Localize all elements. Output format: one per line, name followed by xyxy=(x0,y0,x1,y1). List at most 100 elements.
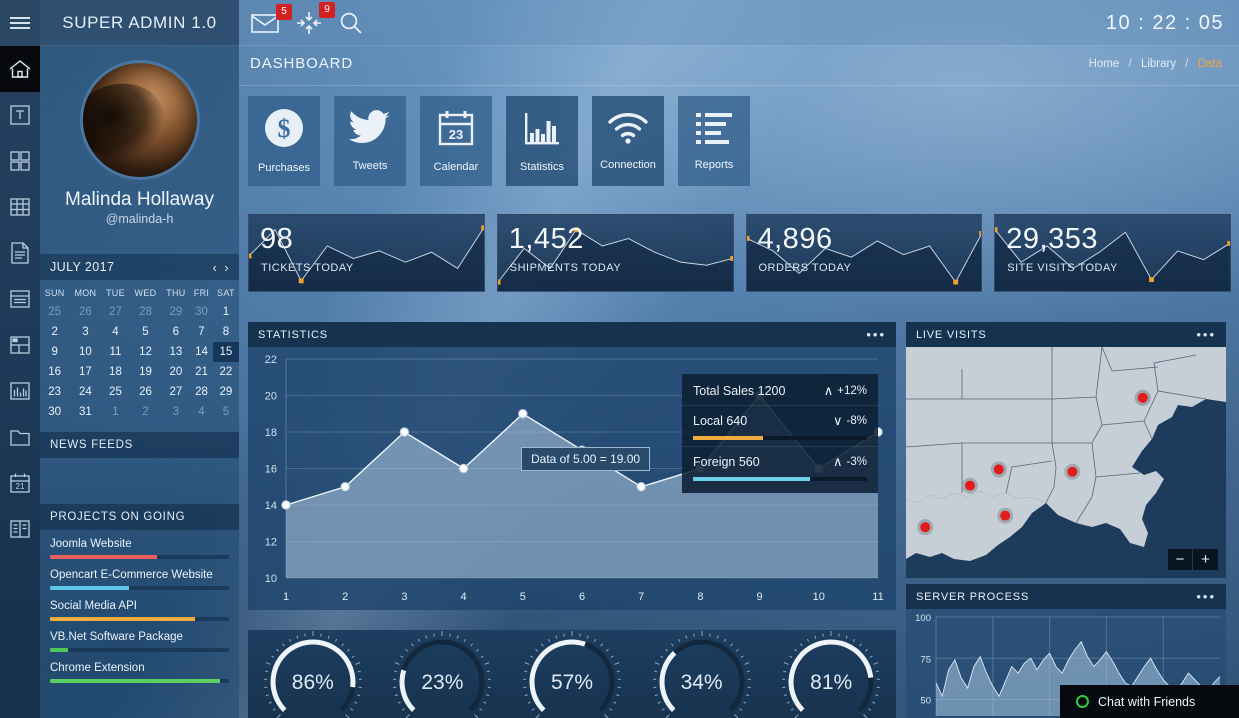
project-item[interactable]: Joomla Website xyxy=(50,538,229,559)
calendar-day[interactable]: 3 xyxy=(162,402,191,422)
kpi-card[interactable]: 29,353 SITE VISITS TODAY xyxy=(994,214,1231,292)
svg-text:50: 50 xyxy=(920,696,931,707)
rail-item-widgets[interactable] xyxy=(0,138,40,184)
calendar-day[interactable]: 6 xyxy=(162,322,191,342)
calendar-day[interactable]: 11 xyxy=(102,342,130,362)
typography-icon xyxy=(9,104,31,126)
tile-reports[interactable]: Reports xyxy=(678,96,750,186)
calendar-day[interactable]: 4 xyxy=(102,322,130,342)
calendar-day[interactable]: 9 xyxy=(40,342,69,362)
live-visits-map[interactable] xyxy=(906,347,1226,578)
avatar[interactable] xyxy=(79,60,200,180)
rail-item-forms[interactable] xyxy=(0,230,40,276)
calendar-day[interactable]: 5 xyxy=(213,402,239,422)
calendar-grid[interactable]: SUN MON TUE WED THU FRI SAT 25 26 27 28 29 30 1 2 3 4 5 6… xyxy=(40,282,239,422)
server-process-panel-menu[interactable]: ••• xyxy=(1196,590,1216,603)
calendar-day[interactable]: 20 xyxy=(162,362,191,382)
calendar-day[interactable]: 16 xyxy=(40,362,69,382)
kpi-card[interactable]: 98 TICKETS TODAY xyxy=(248,214,485,292)
chat-with-friends-bar[interactable]: Chat with Friends xyxy=(1060,685,1239,718)
calendar-day[interactable]: 25 xyxy=(40,302,69,322)
calendar-day[interactable]: 25 xyxy=(102,382,130,402)
rail-item-docs[interactable] xyxy=(0,506,40,552)
calendar-day[interactable]: 18 xyxy=(102,362,130,382)
statistics-panel-menu[interactable]: ••• xyxy=(866,328,886,341)
calendar-day[interactable]: 30 xyxy=(190,302,213,322)
rail-item-folder[interactable] xyxy=(0,414,40,460)
calendar-day[interactable]: 28 xyxy=(190,382,213,402)
kpi-card[interactable]: 4,896 ORDERS TODAY xyxy=(745,214,983,292)
search-button[interactable] xyxy=(339,11,363,35)
calendar-day[interactable]: 13 xyxy=(162,342,191,362)
panels-icon xyxy=(9,289,31,309)
calendar-day[interactable]: 8 xyxy=(213,322,239,342)
calendar-day[interactable]: 24 xyxy=(69,382,101,402)
tile-statistics[interactable]: Statistics xyxy=(506,96,578,186)
profile-name: Malinda Hollaway xyxy=(65,189,214,210)
collapse-button[interactable]: 9 xyxy=(296,2,335,35)
calendar-day[interactable]: 1 xyxy=(213,302,239,322)
project-item[interactable]: Chrome Extension xyxy=(50,662,229,683)
calendar-day[interactable]: 5 xyxy=(129,322,161,342)
bar-chart-icon xyxy=(523,109,561,152)
breadcrumb-home[interactable]: Home xyxy=(1089,58,1120,70)
calendar-day[interactable]: 4 xyxy=(190,402,213,422)
kpi-label: SITE VISITS TODAY xyxy=(1007,262,1118,274)
calendar-day[interactable]: 14 xyxy=(190,342,213,362)
map-zoom-in-button[interactable]: + xyxy=(1193,549,1218,570)
calendar-week: 9 10 11 12 13 14 15 xyxy=(40,342,239,362)
calendar-day[interactable]: 17 xyxy=(69,362,101,382)
calendar-day[interactable]: 26 xyxy=(69,302,101,322)
rail-item-charts[interactable] xyxy=(0,368,40,414)
calendar-day[interactable]: 12 xyxy=(129,342,161,362)
calendar-prev-button[interactable]: ‹ xyxy=(213,260,218,275)
calendar-day[interactable]: 19 xyxy=(129,362,161,382)
tile-tweets[interactable]: Tweets xyxy=(334,96,406,186)
calendar-day[interactable]: 2 xyxy=(40,322,69,342)
overlay-label: Total Sales 1200 xyxy=(693,384,786,398)
breadcrumb-library[interactable]: Library xyxy=(1141,58,1176,70)
svg-text:21: 21 xyxy=(16,482,25,491)
statistics-chart[interactable]: 10 12 14 16 18 20 22 1 2 3 4 5 6 7 8 9 10 11 Data of 5.00… xyxy=(248,347,896,610)
project-item[interactable]: Social Media API xyxy=(50,600,229,621)
rail-item-layouts[interactable] xyxy=(0,322,40,368)
kpi-card[interactable]: 1,452 SHIPMENTS TODAY xyxy=(496,214,734,292)
calendar-day[interactable]: 2 xyxy=(129,402,161,422)
calendar-day[interactable]: 15 xyxy=(212,342,239,362)
calendar-weekday: SUN xyxy=(44,288,65,298)
calendar-day[interactable]: 29 xyxy=(213,382,239,402)
calendar-day[interactable]: 7 xyxy=(190,322,213,342)
mail-button[interactable]: 5 xyxy=(251,4,292,33)
calendar-day[interactable]: 10 xyxy=(69,342,101,362)
calendar-day[interactable]: 26 xyxy=(129,382,161,402)
calendar-next-button[interactable]: › xyxy=(224,260,229,275)
rail-item-calendar[interactable]: 21 xyxy=(0,460,40,506)
calendar-day[interactable]: 21 xyxy=(190,362,213,382)
live-visits-panel-menu[interactable]: ••• xyxy=(1196,328,1216,341)
calendar-day[interactable]: 1 xyxy=(102,402,130,422)
menu-toggle-button[interactable] xyxy=(0,0,40,46)
rail-item-tables[interactable] xyxy=(0,184,40,230)
rail-item-home[interactable] xyxy=(0,46,40,92)
rail-item-typography[interactable] xyxy=(0,92,40,138)
tile-label: Statistics xyxy=(519,161,564,173)
overlay-label: Local 640 xyxy=(693,414,748,428)
map-zoom-out-button[interactable]: − xyxy=(1168,549,1193,570)
project-item[interactable]: VB.Net Software Package xyxy=(50,631,229,652)
tile-connection[interactable]: Connection xyxy=(592,96,664,186)
calendar-day[interactable]: 22 xyxy=(213,362,239,382)
calendar-weekday: SAT xyxy=(217,288,235,298)
gauge-value: 23% xyxy=(421,671,464,694)
rail-item-panels[interactable] xyxy=(0,276,40,322)
calendar-day[interactable]: 3 xyxy=(69,322,101,342)
tile-calendar[interactable]: 23 Calendar xyxy=(420,96,492,186)
calendar-day[interactable]: 30 xyxy=(40,402,69,422)
calendar-day[interactable]: 27 xyxy=(102,302,130,322)
calendar-day[interactable]: 27 xyxy=(162,382,191,402)
tile-purchases[interactable]: $ Purchases xyxy=(248,96,320,186)
calendar-day[interactable]: 23 xyxy=(40,382,69,402)
project-item[interactable]: Opencart E-Commerce Website xyxy=(50,569,229,590)
calendar-day[interactable]: 28 xyxy=(129,302,161,322)
calendar-day[interactable]: 31 xyxy=(69,402,101,422)
calendar-day[interactable]: 29 xyxy=(162,302,191,322)
